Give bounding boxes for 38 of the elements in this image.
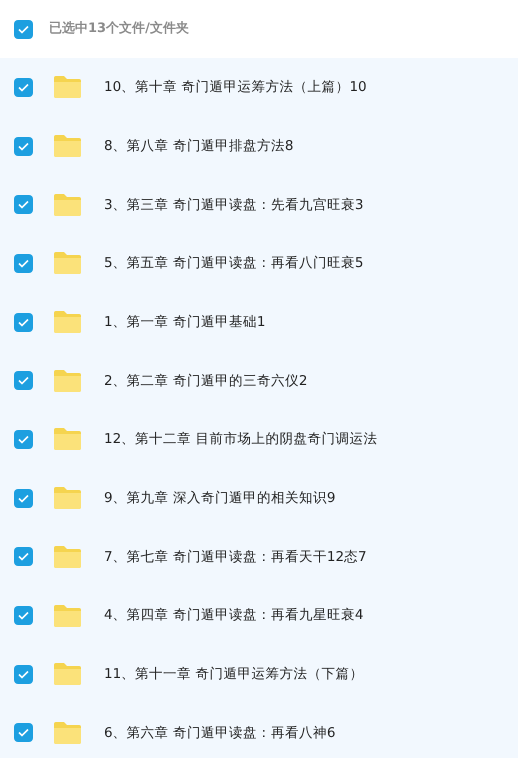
folder-name[interactable]: 2、第二章 奇门遁甲的三奇六仪2 bbox=[104, 370, 308, 391]
checkbox[interactable] bbox=[14, 664, 33, 684]
checkbox[interactable] bbox=[14, 195, 33, 214]
folder-name[interactable]: 10、第十章 奇门遁甲运筹方法（上篇）10 bbox=[104, 77, 367, 98]
checkbox[interactable] bbox=[14, 606, 33, 626]
folder-icon bbox=[53, 251, 82, 276]
folder-icon bbox=[53, 427, 82, 452]
folder-icon bbox=[53, 720, 82, 745]
folder-name[interactable]: 5、第五章 奇门遁甲读盘：再看八门旺衰5 bbox=[104, 253, 364, 274]
checkbox[interactable] bbox=[14, 136, 33, 156]
folder-icon bbox=[53, 310, 82, 334]
selection-count: 已选中13个文件/文件夹 bbox=[49, 20, 189, 38]
folder-name[interactable]: 11、第十一章 奇门遁甲运筹方法（下篇） bbox=[104, 664, 364, 684]
folder-icon bbox=[53, 544, 82, 569]
folder-name[interactable]: 4、第四章 奇门遁甲读盘：再看九星旺衰4 bbox=[104, 605, 364, 626]
folder-name[interactable]: 1、第一章 奇门遁甲基础1 bbox=[104, 312, 266, 332]
checkbox[interactable] bbox=[14, 312, 33, 332]
folder-name[interactable]: 3、第三章 奇门遁甲读盘：先看九宫旺衰3 bbox=[104, 194, 364, 215]
checkbox[interactable] bbox=[14, 254, 33, 273]
folder-name[interactable]: 6、第六章 奇门遁甲读盘：再看八神6 bbox=[104, 722, 336, 744]
checkbox[interactable] bbox=[14, 430, 33, 449]
checkbox[interactable] bbox=[14, 20, 33, 38]
folder-name[interactable]: 12、第十二章 目前市场上的阴盘奇门调运法 bbox=[104, 429, 378, 450]
folder-icon bbox=[53, 368, 82, 393]
folder-icon bbox=[53, 604, 82, 628]
folder-name[interactable]: 8、第八章 奇门遁甲排盘方法8 bbox=[104, 136, 294, 156]
folder-icon bbox=[53, 662, 82, 686]
checkbox[interactable] bbox=[14, 547, 33, 566]
folder-icon bbox=[53, 134, 82, 158]
checkbox[interactable] bbox=[14, 78, 33, 97]
folder-name[interactable]: 9、第九章 深入奇门遁甲的相关知识9 bbox=[104, 488, 336, 508]
checkbox[interactable] bbox=[14, 723, 33, 742]
folder-icon bbox=[53, 486, 82, 510]
checkbox[interactable] bbox=[14, 371, 33, 390]
checkbox[interactable] bbox=[14, 488, 33, 508]
folder-icon bbox=[53, 192, 82, 217]
folder-icon bbox=[53, 75, 82, 100]
folder-name[interactable]: 7、第七章 奇门遁甲读盘：再看天干12态7 bbox=[104, 546, 367, 567]
